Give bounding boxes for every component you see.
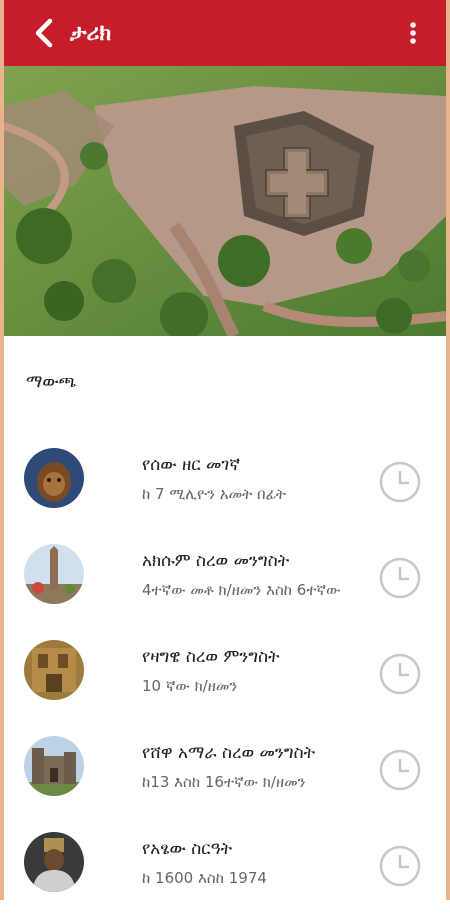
clock-icon[interactable] xyxy=(378,844,422,888)
thumbnail-early-human xyxy=(24,448,84,508)
item-title: የዛግዌ ስረወ ምንግስት xyxy=(142,647,280,667)
item-subtitle: 4ተኛው መቶ ክ/ዘመን እስከ 6ተኛው xyxy=(142,581,341,599)
clock-icon[interactable] xyxy=(378,748,422,792)
thumbnail-lalibela-church xyxy=(24,640,84,700)
item-title: የሰው ዘር መገኛ xyxy=(142,455,241,475)
list-item[interactable]: የአፄው ስርዓት ከ 1600 እስከ 1974 xyxy=(4,819,446,915)
item-subtitle: 10 ኛው ክ/ዘመን xyxy=(142,677,238,695)
more-options-button[interactable] xyxy=(394,14,432,52)
item-subtitle: ከ 7 ሚሊዮን አመት በፊት xyxy=(142,485,286,503)
clock-icon[interactable] xyxy=(378,556,422,600)
item-title: አክሱም ስረወ መንግስት xyxy=(142,551,290,571)
list-item[interactable]: አክሱም ስረወ መንግስት 4ተኛው መቶ ክ/ዘመን እስከ 6ተኛው xyxy=(4,531,446,627)
thumbnail-gondar-castle xyxy=(24,736,84,796)
item-title: የአፄው ስርዓት xyxy=(142,839,233,859)
back-button[interactable] xyxy=(22,11,66,55)
section-heading: ማውጫ xyxy=(26,372,77,392)
history-list: የሰው ዘር መገኛ ከ 7 ሚሊዮን አመት በፊት አክሱም ስረወ መንግ… xyxy=(4,435,446,915)
item-title: የሸዋ አማራ ስረወ መንግስት xyxy=(142,743,316,763)
clock-icon[interactable] xyxy=(378,652,422,696)
list-item[interactable]: የሰው ዘር መገኛ ከ 7 ሚሊዮን አመት በፊት xyxy=(4,435,446,531)
hero-image xyxy=(4,66,446,336)
thumbnail-emperor-portrait xyxy=(24,832,84,892)
item-subtitle: ከ13 እስከ 16ተኛው ክ/ዘመን xyxy=(142,773,306,791)
list-item[interactable]: የሸዋ አማራ ስረወ መንግስት ከ13 እስከ 16ተኛው ክ/ዘመን xyxy=(4,723,446,819)
page-title: ታሪክ xyxy=(70,20,112,46)
chevron-left-icon xyxy=(35,18,53,48)
more-vert-icon xyxy=(410,22,416,44)
item-subtitle: ከ 1600 እስከ 1974 xyxy=(142,869,267,887)
lalibela-aerial-image xyxy=(4,66,446,336)
clock-icon[interactable] xyxy=(378,460,422,504)
app-bar: ታሪክ xyxy=(4,0,446,66)
list-item[interactable]: የዛግዌ ስረወ ምንግስት 10 ኛው ክ/ዘመን xyxy=(4,627,446,723)
thumbnail-axum-obelisk xyxy=(24,544,84,604)
